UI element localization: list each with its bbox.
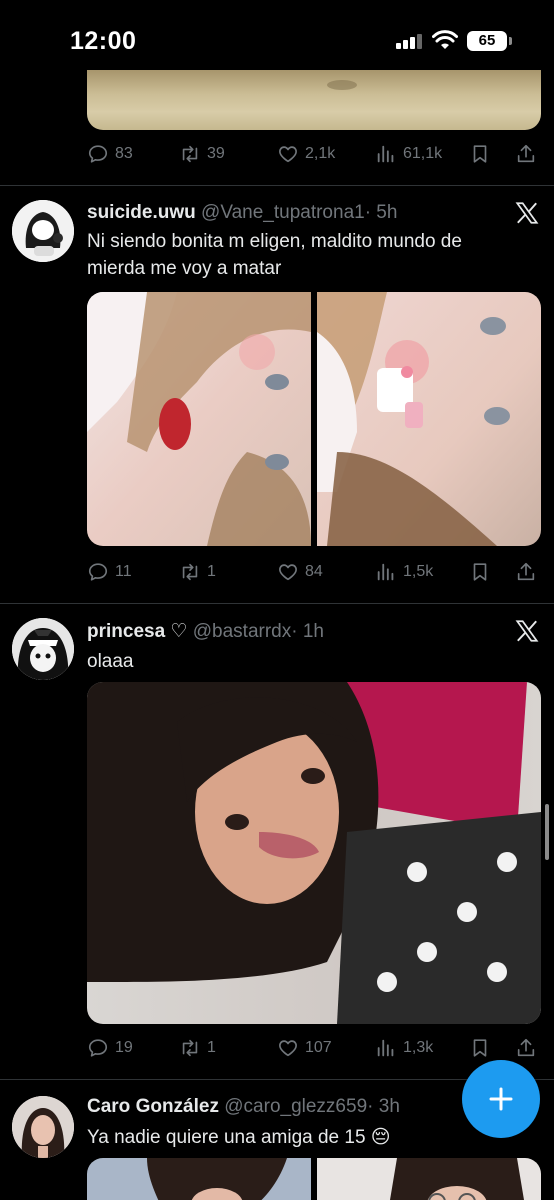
display-name[interactable]: suicide.uwu — [87, 202, 196, 223]
bookmark-button[interactable] — [469, 1036, 491, 1060]
reply-icon — [88, 1039, 108, 1057]
tweet-divider — [0, 603, 554, 604]
wifi-icon — [432, 30, 458, 49]
retweet-count: 39 — [207, 145, 225, 162]
display-name[interactable]: princesa ♡ — [87, 621, 187, 642]
x-logo-icon — [515, 202, 539, 224]
like-count: 2,1k — [305, 145, 336, 162]
share-button[interactable] — [515, 142, 537, 166]
reply-count: 83 — [115, 145, 133, 162]
reply-button[interactable]: 83 — [87, 142, 133, 166]
views-button[interactable]: 1,3k — [375, 1036, 433, 1060]
tweet-media-image-1[interactable] — [87, 1158, 311, 1200]
bookmark-icon — [473, 145, 487, 163]
tweet-header: princesa ♡ @bastarrdx· 1h — [87, 620, 324, 643]
like-count: 84 — [305, 563, 323, 580]
reply-button[interactable]: 19 — [87, 1036, 133, 1060]
views-count: 1,3k — [403, 1039, 434, 1056]
share-button[interactable] — [515, 1036, 537, 1060]
views-icon — [377, 145, 394, 163]
retweet-count: 1 — [207, 1039, 216, 1056]
share-icon — [517, 144, 535, 163]
user-handle[interactable]: @caro_glezz659 — [224, 1096, 367, 1117]
tweet-time: · 3h — [367, 1096, 400, 1117]
tweet-media-image-1[interactable] — [87, 292, 311, 546]
tweet-actions-prev: 83 39 2,1k 61,1k — [87, 142, 541, 166]
user-handle[interactable]: @bastarrdx — [193, 621, 292, 642]
share-icon — [517, 1038, 535, 1057]
tweet-actions: 19 1 107 1,3k — [87, 1036, 541, 1060]
tweet-header: Caro González @caro_glezz659· 3h — [87, 1096, 400, 1118]
avatar[interactable] — [12, 200, 74, 262]
share-button[interactable] — [515, 560, 537, 584]
avatar-image — [12, 1096, 74, 1158]
bookmark-icon — [473, 563, 487, 581]
like-button[interactable]: 84 — [277, 560, 323, 584]
avatar-image — [12, 200, 74, 262]
reply-count: 19 — [115, 1039, 133, 1056]
tweet-media-image-2[interactable] — [317, 292, 541, 546]
battery-icon: 65 — [467, 31, 512, 51]
retweet-button[interactable]: 1 — [179, 560, 216, 584]
like-count: 107 — [305, 1039, 332, 1056]
views-icon — [377, 563, 394, 581]
tweet-header: suicide.uwu @Vane_tupatrona1· 5h — [87, 202, 397, 224]
retweet-button[interactable]: 1 — [179, 1036, 216, 1060]
compose-button[interactable] — [462, 1060, 540, 1138]
avatar-image — [12, 618, 74, 680]
avatar[interactable] — [12, 1096, 74, 1158]
like-icon — [279, 1040, 297, 1057]
tweet-time: · 1h — [291, 621, 324, 642]
reply-count: 11 — [115, 563, 132, 580]
display-name[interactable]: Caro González — [87, 1096, 219, 1117]
bookmark-button[interactable] — [469, 560, 491, 584]
reply-icon — [88, 145, 108, 163]
reply-button[interactable]: 11 — [87, 560, 132, 584]
status-time: 12:00 — [70, 27, 137, 55]
tweet-text-line: mierda me voy a matar — [87, 258, 282, 279]
like-button[interactable]: 107 — [277, 1036, 332, 1060]
tweet-text: Ni siendo bonita m eligen, maldito mundo… — [87, 228, 527, 282]
bookmark-icon — [473, 1039, 487, 1057]
retweet-icon — [182, 1039, 198, 1057]
like-icon — [279, 564, 297, 581]
retweet-count: 1 — [207, 563, 216, 580]
cellular-signal-icon — [396, 33, 424, 49]
reply-icon — [88, 563, 108, 581]
views-button[interactable]: 1,5k — [375, 560, 433, 584]
views-button[interactable]: 61,1k — [375, 142, 442, 166]
x-logo-icon — [515, 620, 539, 642]
tweet-time: · 5h — [364, 202, 398, 223]
compose-plus-icon — [489, 1087, 513, 1111]
tweet-media-image-2[interactable] — [317, 1158, 541, 1200]
scrollbar[interactable] — [545, 804, 549, 860]
views-count: 61,1k — [403, 145, 443, 162]
share-icon — [517, 562, 535, 581]
tweet-text: olaaa — [87, 651, 134, 672]
user-handle[interactable]: @Vane_tupatrona1 — [201, 202, 365, 223]
tweet-text-line: Ni siendo bonita m eligen, maldito mundo… — [87, 231, 462, 252]
bookmark-button[interactable] — [469, 142, 491, 166]
like-button[interactable]: 2,1k — [277, 142, 335, 166]
tweet-actions: 11 1 84 1,5k — [87, 560, 541, 584]
retweet-icon — [182, 145, 198, 163]
views-count: 1,5k — [403, 563, 434, 580]
tweet-text: Ya nadie quiere una amiga de 15 😔 — [87, 1127, 391, 1148]
views-icon — [377, 1039, 394, 1057]
like-icon — [279, 146, 297, 163]
retweet-button[interactable]: 39 — [179, 142, 225, 166]
tweet-divider — [0, 185, 554, 186]
tweet-media-image[interactable] — [87, 682, 541, 1024]
avatar[interactable] — [12, 618, 74, 680]
retweet-icon — [182, 563, 198, 581]
tweet-media-partial[interactable] — [87, 70, 541, 130]
